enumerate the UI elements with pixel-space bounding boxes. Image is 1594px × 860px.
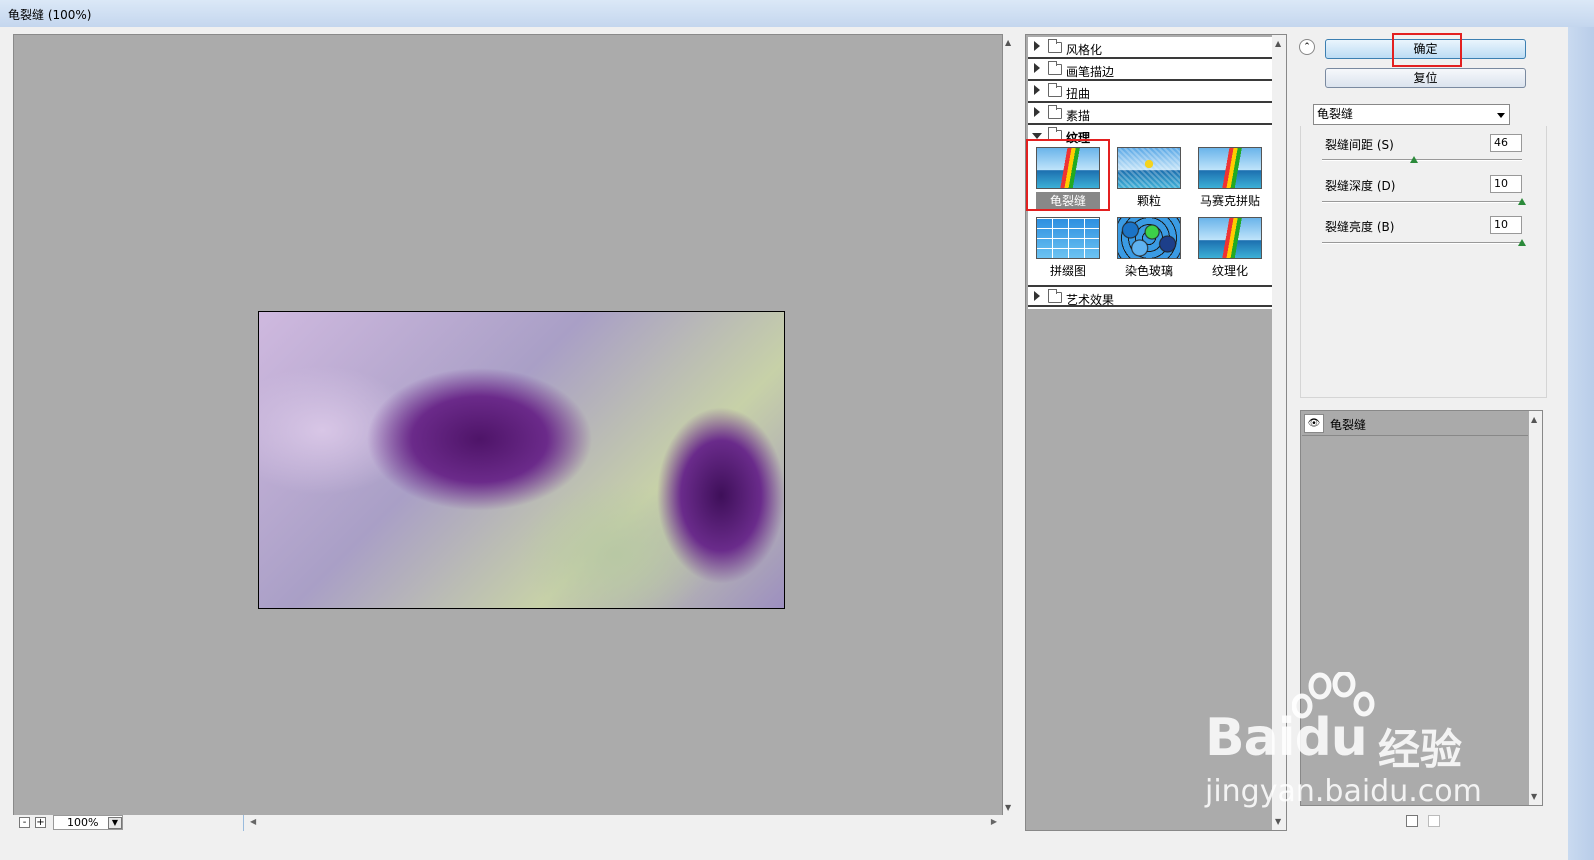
crack-depth-input[interactable]: 10 — [1490, 175, 1522, 193]
preview-image[interactable] — [258, 311, 785, 609]
crack-depth-slider[interactable] — [1322, 201, 1522, 203]
filter-thumb-texturizer[interactable]: 纹理化 — [1198, 217, 1262, 279]
scroll-down-arrow-icon[interactable]: ▼ — [1531, 792, 1537, 801]
filter-list-scrollbar[interactable]: ▲ ▼ — [1272, 35, 1286, 830]
zoom-out-button[interactable]: - — [19, 817, 30, 828]
filter-select-value: 龟裂缝 — [1317, 107, 1354, 121]
expand-arrow-icon[interactable] — [1034, 291, 1040, 301]
crack-brightness-label: 裂缝亮度 (B) — [1325, 220, 1395, 234]
zoom-dropdown-button[interactable]: ▼ — [108, 817, 122, 829]
folder-icon — [1048, 39, 1062, 53]
window-title: 龟裂缝 (100%) — [8, 8, 92, 22]
scroll-up-arrow-icon[interactable]: ▲ — [1005, 38, 1011, 47]
category-artistic[interactable]: 艺术效果 — [1028, 285, 1272, 307]
category-label: 风格化 — [1066, 43, 1103, 57]
title-bar: 龟裂缝 (100%) — [0, 0, 1594, 27]
crack-depth-slider-thumb[interactable] — [1518, 198, 1526, 205]
crack-brightness-value: 10 — [1494, 218, 1508, 231]
crack-depth-label: 裂缝深度 (D) — [1325, 179, 1396, 193]
preview-horizontal-scrollbar[interactable]: ◀ ▶ — [243, 815, 1001, 831]
zoom-level-value: 100% — [67, 816, 99, 829]
folder-icon — [1048, 289, 1062, 303]
category-label: 艺术效果 — [1066, 293, 1115, 307]
sailboat-texture-icon — [1198, 217, 1262, 259]
filter-select[interactable]: 龟裂缝 — [1313, 104, 1510, 125]
category-sketch[interactable]: 素描 — [1028, 103, 1272, 125]
stained-glass-icon — [1117, 217, 1181, 259]
chevron-down-icon — [1497, 113, 1505, 118]
thumb-label: 染色玻璃 — [1124, 264, 1173, 278]
thumb-label: 颗粒 — [1136, 194, 1161, 208]
crack-spacing-input[interactable]: 46 — [1490, 134, 1522, 152]
scroll-down-arrow-icon[interactable]: ▼ — [1275, 817, 1281, 826]
preview-vertical-scrollbar[interactable]: ▲ ▼ — [1003, 34, 1017, 816]
window-right-frame — [1568, 27, 1594, 860]
filter-thumb-mosaic-tiles[interactable]: 马赛克拼贴 — [1198, 147, 1262, 209]
category-stylize[interactable]: 风格化 — [1028, 37, 1272, 59]
sailboat-grain-icon — [1117, 147, 1181, 189]
delete-effect-layer-icon[interactable] — [1428, 815, 1440, 827]
scroll-up-arrow-icon[interactable]: ▲ — [1531, 415, 1537, 424]
ok-button-highlight — [1392, 33, 1462, 67]
thumb-label: 马赛克拼贴 — [1199, 194, 1260, 208]
folder-icon — [1048, 61, 1062, 75]
effect-layer-name: 龟裂缝 — [1330, 418, 1367, 432]
reset-button[interactable]: 复位 — [1325, 68, 1526, 88]
scroll-left-arrow-icon[interactable]: ◀ — [250, 817, 256, 826]
folder-icon — [1048, 83, 1062, 97]
crack-brightness-input[interactable]: 10 — [1490, 216, 1522, 234]
thumb-label: 纹理化 — [1211, 264, 1248, 278]
expand-arrow-icon[interactable] — [1034, 107, 1040, 117]
layers-scrollbar[interactable]: ▲ ▼ — [1529, 411, 1542, 805]
crack-brightness-slider[interactable] — [1322, 242, 1522, 244]
crack-spacing-value: 46 — [1494, 136, 1508, 149]
category-label: 素描 — [1066, 109, 1091, 123]
effect-layer-row[interactable]: 👁 龟裂缝 — [1302, 412, 1528, 436]
expand-arrow-icon[interactable] — [1034, 41, 1040, 51]
category-label: 画笔描边 — [1066, 65, 1115, 79]
preview-panel — [13, 34, 1003, 816]
eye-icon[interactable]: 👁 — [1304, 414, 1324, 433]
scroll-right-arrow-icon[interactable]: ▶ — [991, 817, 997, 826]
crack-spacing-slider-thumb[interactable] — [1410, 156, 1418, 163]
filter-parameters-panel — [1300, 126, 1547, 398]
scroll-down-arrow-icon[interactable]: ▼ — [1005, 803, 1011, 812]
scroll-up-arrow-icon[interactable]: ▲ — [1275, 39, 1281, 48]
effect-layers-panel: 👁 龟裂缝 ▲ ▼ — [1300, 410, 1543, 806]
crack-spacing-slider[interactable] — [1322, 159, 1522, 161]
filter-thumb-grain[interactable]: 颗粒 — [1117, 147, 1181, 209]
selected-filter-highlight — [1026, 139, 1110, 211]
category-distort[interactable]: 扭曲 — [1028, 81, 1272, 103]
category-brush-strokes[interactable]: 画笔描边 — [1028, 59, 1272, 81]
expand-arrow-icon[interactable] — [1034, 63, 1040, 73]
zoom-bar: - + 100% ▼ ◀ ▶ — [13, 815, 1003, 831]
crack-spacing-label: 裂缝间距 (S) — [1325, 138, 1394, 152]
filter-thumb-patchwork[interactable]: 拼缀图 — [1036, 217, 1100, 279]
new-effect-layer-icon[interactable] — [1406, 815, 1418, 827]
crack-brightness-slider-thumb[interactable] — [1518, 239, 1526, 246]
zoom-in-button[interactable]: + — [35, 817, 46, 828]
thumb-label: 拼缀图 — [1049, 264, 1086, 278]
tile-grid-icon — [1036, 217, 1100, 259]
collapse-gallery-icon[interactable]: ⌃ — [1299, 39, 1315, 55]
category-label: 扭曲 — [1066, 87, 1091, 101]
sailboat-mosaic-icon — [1198, 147, 1262, 189]
filter-thumb-stained-glass[interactable]: 染色玻璃 — [1117, 217, 1181, 279]
folder-icon — [1048, 105, 1062, 119]
expand-arrow-icon[interactable] — [1034, 85, 1040, 95]
crack-depth-value: 10 — [1494, 177, 1508, 190]
